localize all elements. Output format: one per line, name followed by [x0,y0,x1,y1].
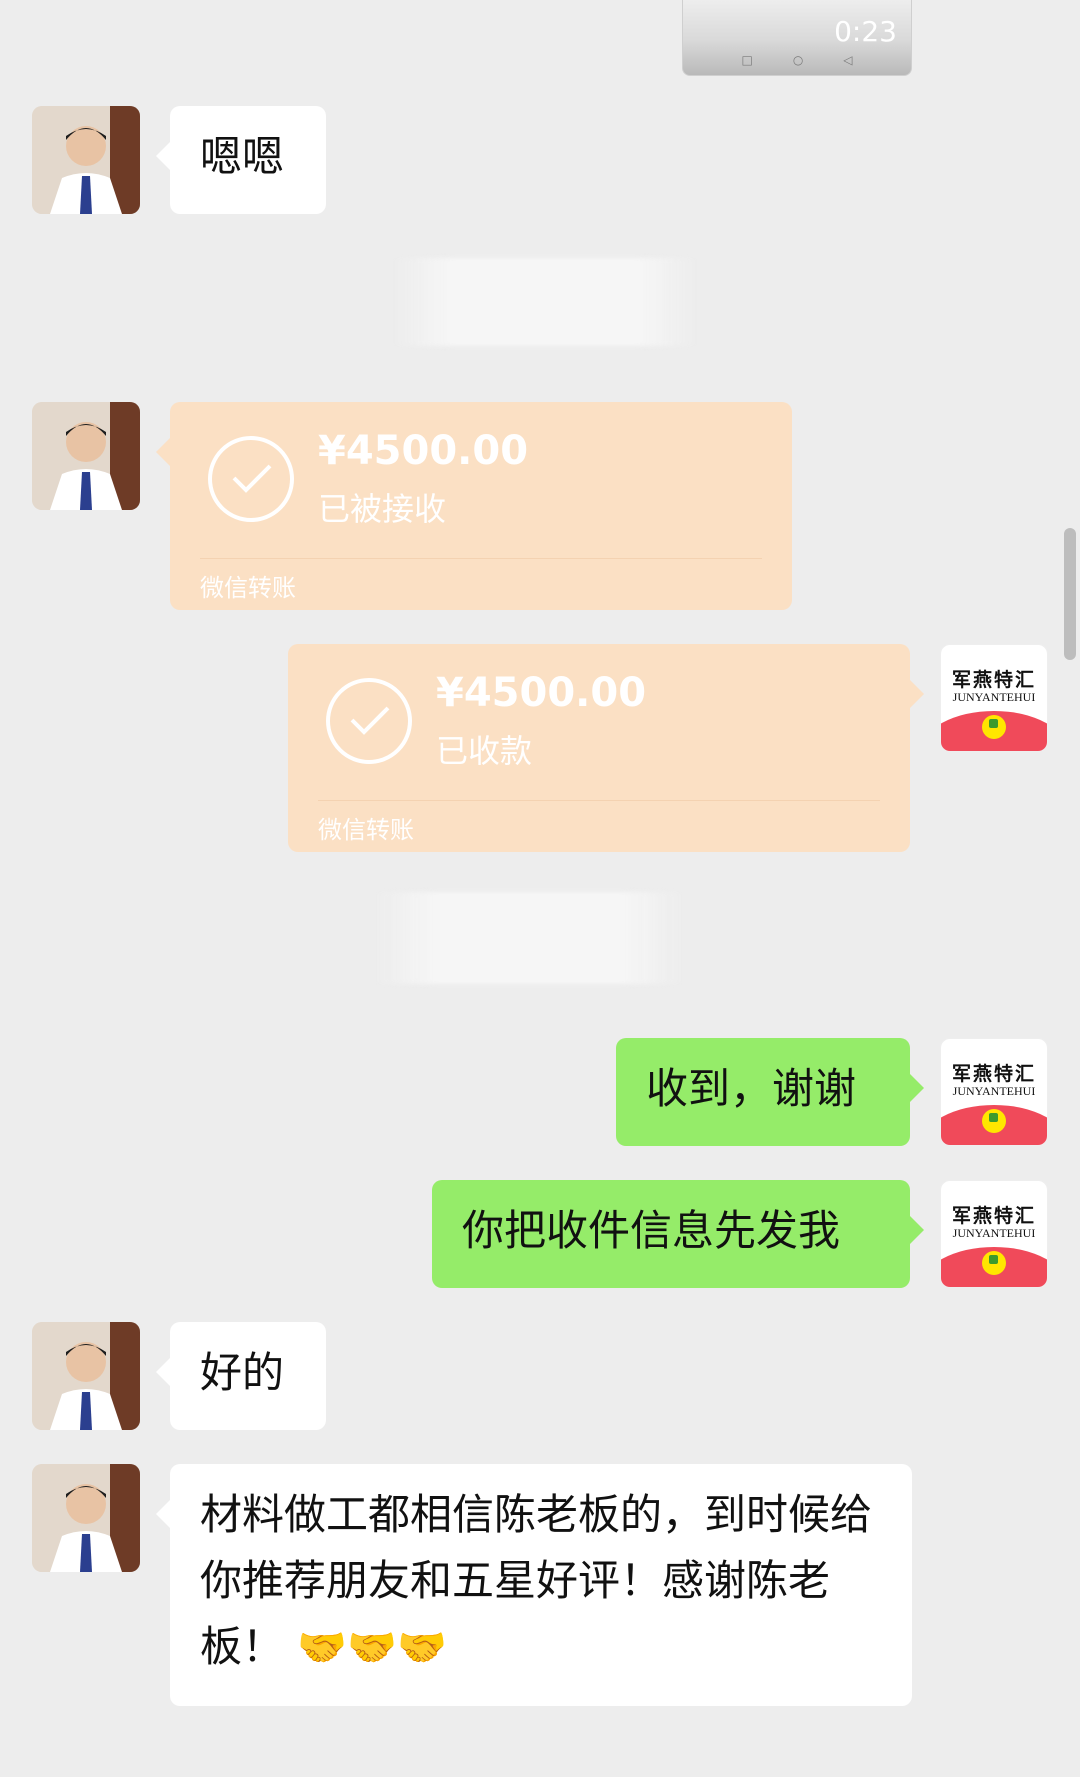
message-bubble-self[interactable]: 你把收件信息先发我 [432,1180,924,1288]
contact-avatar[interactable] [32,402,140,510]
handshake-emoji: 🤝🤝🤝 [297,1625,447,1671]
scrollbar[interactable] [1064,528,1076,660]
message-text: 你把收件信息先发我 [462,1206,841,1255]
brand-subtitle: JUNYANTEHUI [952,1084,1036,1098]
divider [318,800,880,801]
check-circle-icon [208,436,294,522]
message-bubble[interactable]: 嗯嗯 [156,106,326,214]
check-circle-icon [326,678,412,764]
transfer-label: 微信转账 [200,574,296,602]
message-text: 收到，谢谢 [646,1064,857,1113]
transfer-card-received[interactable]: ¥4500.00 已被接收 微信转账 [156,402,792,610]
contact-avatar[interactable] [32,1322,140,1430]
contact-avatar[interactable] [32,106,140,214]
message-text: 嗯嗯 [200,132,285,181]
back-icon: ◁ [843,53,853,67]
transfer-card-collected[interactable]: ¥4500.00 已收款 微信转账 [288,644,924,852]
square-icon: □ [741,53,753,67]
message-bubble[interactable]: 好的 [156,1322,326,1430]
transfer-amount: ¥4500.00 [318,428,529,474]
self-avatar[interactable]: 军燕特汇 JUNYANTEHUI [940,1180,1048,1288]
brand-subtitle: JUNYANTEHUI [952,1226,1036,1240]
message-bubble[interactable]: 材料做工都相信陈老板的，到时候给你推荐朋友和五星好评！感谢陈老板！ 🤝🤝🤝 [156,1464,912,1706]
self-avatar[interactable]: 军燕特汇 JUNYANTEHUI [940,1038,1048,1146]
message-text: 好的 [200,1348,285,1397]
circle-icon: ○ [792,53,804,67]
contact-avatar[interactable] [32,1464,140,1572]
divider [200,558,762,559]
brand-title: 军燕特汇 [951,1063,1036,1085]
redacted-system-message [374,892,684,984]
brand-subtitle: JUNYANTEHUI [952,690,1036,704]
brand-badge-icon [982,1109,1006,1133]
transfer-label: 微信转账 [318,816,414,844]
transfer-status: 已收款 [436,732,533,770]
brand-badge-icon [982,1251,1006,1275]
brand-title: 军燕特汇 [951,669,1036,691]
brand-title: 军燕特汇 [951,1205,1036,1227]
transfer-amount: ¥4500.00 [436,670,647,716]
brand-badge-icon [982,715,1006,739]
redacted-system-message [392,258,698,346]
message-bubble-self[interactable]: 收到，谢谢 [616,1038,924,1146]
transfer-status: 已被接收 [318,490,447,528]
self-avatar[interactable]: 军燕特汇 JUNYANTEHUI [940,644,1048,752]
video-duration: 0:23 [834,15,897,48]
video-message-thumbnail[interactable]: 0:23 □ ○ ◁ [682,0,912,76]
video-nav-bar: □ ○ ◁ [683,53,911,67]
